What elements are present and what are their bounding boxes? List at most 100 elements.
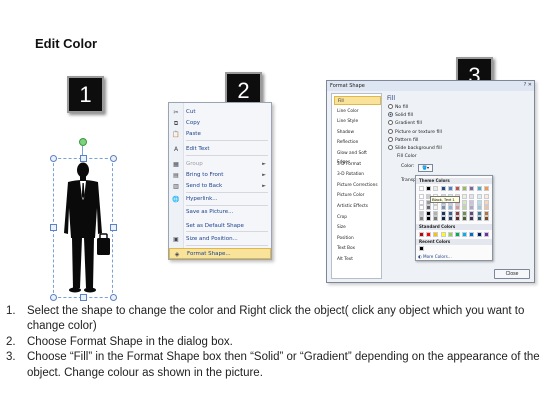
theme-color-tint-swatch[interactable] (433, 205, 439, 211)
nav-item-picture-corrections[interactable]: Picture Corrections (334, 181, 381, 190)
theme-color-tint-swatch[interactable] (469, 199, 475, 205)
menu-item-paste[interactable]: 📋 Paste (169, 129, 271, 140)
radio-button[interactable] (388, 136, 393, 142)
theme-color-swatch[interactable] (433, 186, 439, 191)
menu-item-size-and-position[interactable]: ▣ Size and Position... (169, 234, 271, 245)
standard-color-swatch[interactable] (483, 232, 489, 237)
theme-color-tint-swatch[interactable] (447, 216, 453, 222)
nav-item-fill[interactable]: Fill (334, 96, 381, 105)
theme-color-swatch[interactable] (426, 186, 432, 191)
nav-item-picture-color[interactable]: Picture Color (334, 191, 381, 200)
resize-handle-right[interactable] (110, 224, 117, 231)
theme-color-tint-swatch[interactable] (483, 194, 489, 199)
theme-color-tint-swatch[interactable] (476, 210, 482, 216)
standard-color-swatch[interactable] (455, 232, 460, 237)
more-colors-link[interactable]: ◐ More Colors... (418, 254, 452, 259)
theme-color-swatch[interactable] (455, 186, 460, 191)
theme-color-tint-swatch[interactable] (440, 210, 446, 216)
menu-item-save-as-picture[interactable]: Save as Picture... (169, 207, 271, 218)
businessman-silhouette-icon[interactable] (42, 138, 124, 303)
fill-option-gradient-fill[interactable]: Gradient fill (388, 120, 422, 127)
theme-color-tint-swatch[interactable] (419, 216, 424, 222)
nav-item-text-box[interactable]: Text Box (334, 244, 381, 253)
menu-item-cut[interactable]: ✂ Cut (169, 107, 271, 118)
theme-color-tint-swatch[interactable] (469, 205, 475, 211)
nav-item-crop[interactable]: Crop (334, 213, 381, 222)
selected-shape[interactable] (42, 138, 124, 303)
theme-color-tint-swatch[interactable] (455, 216, 460, 222)
theme-color-swatch[interactable] (447, 186, 453, 191)
nav-item-line-style[interactable]: Line Style (334, 117, 381, 126)
fill-option-solid-fill[interactable]: Solid fill (388, 112, 413, 119)
standard-color-swatch[interactable] (469, 232, 475, 237)
theme-color-tint-swatch[interactable] (426, 210, 432, 216)
theme-color-tint-swatch[interactable] (476, 199, 482, 205)
theme-color-tint-swatch[interactable] (483, 205, 489, 211)
theme-color-tint-swatch[interactable] (455, 210, 460, 216)
fill-option-no-fill[interactable]: No fill (388, 104, 408, 111)
radio-button[interactable] (388, 112, 393, 118)
theme-color-tint-swatch[interactable] (483, 199, 489, 205)
theme-color-tint-swatch[interactable] (419, 194, 424, 199)
theme-color-tint-swatch[interactable] (462, 194, 468, 199)
menu-item-format-shape[interactable]: ◈ Format Shape... (169, 248, 271, 259)
nav-item-reflection[interactable]: Reflection (334, 138, 381, 147)
menu-item-bring-to-front[interactable]: ▤ Bring to Front ► (169, 170, 271, 181)
nav-item-alt-text[interactable]: Alt Text (334, 255, 381, 264)
theme-color-tint-swatch[interactable] (483, 216, 489, 222)
nav-item-artistic-effects[interactable]: Artistic Effects (334, 202, 381, 211)
theme-color-tint-swatch[interactable] (447, 210, 453, 216)
radio-button[interactable] (388, 120, 393, 126)
resize-handle-bottom[interactable] (80, 294, 87, 301)
theme-color-tint-swatch[interactable] (419, 210, 424, 216)
standard-color-swatch[interactable] (419, 232, 424, 237)
theme-color-swatch[interactable] (469, 186, 475, 191)
nav-item-position[interactable]: Position (334, 234, 381, 243)
theme-color-swatch[interactable] (476, 186, 482, 191)
resize-handle-top[interactable] (80, 155, 87, 162)
theme-color-tint-swatch[interactable] (426, 216, 432, 222)
theme-color-tint-swatch[interactable] (426, 205, 432, 211)
standard-color-swatch[interactable] (462, 232, 468, 237)
theme-color-tint-swatch[interactable] (419, 199, 424, 205)
theme-color-tint-swatch[interactable] (462, 210, 468, 216)
close-button[interactable]: Close (494, 269, 530, 279)
nav-item-shadow[interactable]: Shadow (334, 128, 381, 137)
theme-color-tint-swatch[interactable] (455, 205, 460, 211)
fill-option-pattern-fill[interactable]: Pattern fill (388, 136, 418, 144)
recent-color-swatch[interactable] (419, 246, 424, 251)
standard-color-swatch[interactable] (440, 232, 446, 237)
theme-color-tint-swatch[interactable] (462, 199, 468, 205)
fill-color-button[interactable]: 🪣▾ (418, 164, 433, 172)
theme-color-tint-swatch[interactable] (462, 216, 468, 222)
theme-color-tint-swatch[interactable] (462, 205, 468, 211)
theme-color-tint-swatch[interactable] (469, 216, 475, 222)
theme-color-swatch[interactable] (483, 186, 489, 191)
theme-color-tint-swatch[interactable] (433, 210, 439, 216)
theme-color-tint-swatch[interactable] (440, 205, 446, 211)
menu-item-hyperlink[interactable]: 🌐 Hyperlink... (169, 194, 271, 205)
theme-color-tint-swatch[interactable] (440, 216, 446, 222)
nav-item-size[interactable]: Size (334, 223, 381, 232)
fill-option-slide-background-fill[interactable]: Slide background fill (388, 145, 442, 152)
nav-item-3-d-format[interactable]: 3-D Format (334, 160, 381, 169)
theme-color-swatch[interactable] (440, 186, 446, 191)
resize-handle-bottom-right[interactable] (110, 294, 117, 301)
theme-color-tint-swatch[interactable] (483, 210, 489, 216)
fill-option-picture-or-texture-fill[interactable]: Picture or texture fill (388, 128, 442, 136)
standard-color-swatch[interactable] (433, 232, 439, 237)
dialog-window-controls[interactable]: ? ✕ (524, 82, 532, 88)
theme-color-tint-swatch[interactable] (476, 216, 482, 222)
theme-color-tint-swatch[interactable] (476, 194, 482, 199)
menu-item-send-to-back[interactable]: ▥ Send to Back ► (169, 181, 271, 192)
theme-color-swatch[interactable] (419, 186, 424, 191)
theme-color-tint-swatch[interactable] (476, 205, 482, 211)
resize-handle-top-left[interactable] (50, 155, 57, 162)
radio-button[interactable] (388, 104, 393, 109)
theme-color-tint-swatch[interactable] (433, 216, 439, 222)
resize-handle-top-right[interactable] (110, 155, 117, 162)
menu-item-copy[interactable]: ⧉ Copy (169, 118, 271, 129)
standard-color-swatch[interactable] (447, 232, 453, 237)
radio-button[interactable] (388, 145, 393, 150)
theme-color-tint-swatch[interactable] (469, 194, 475, 199)
